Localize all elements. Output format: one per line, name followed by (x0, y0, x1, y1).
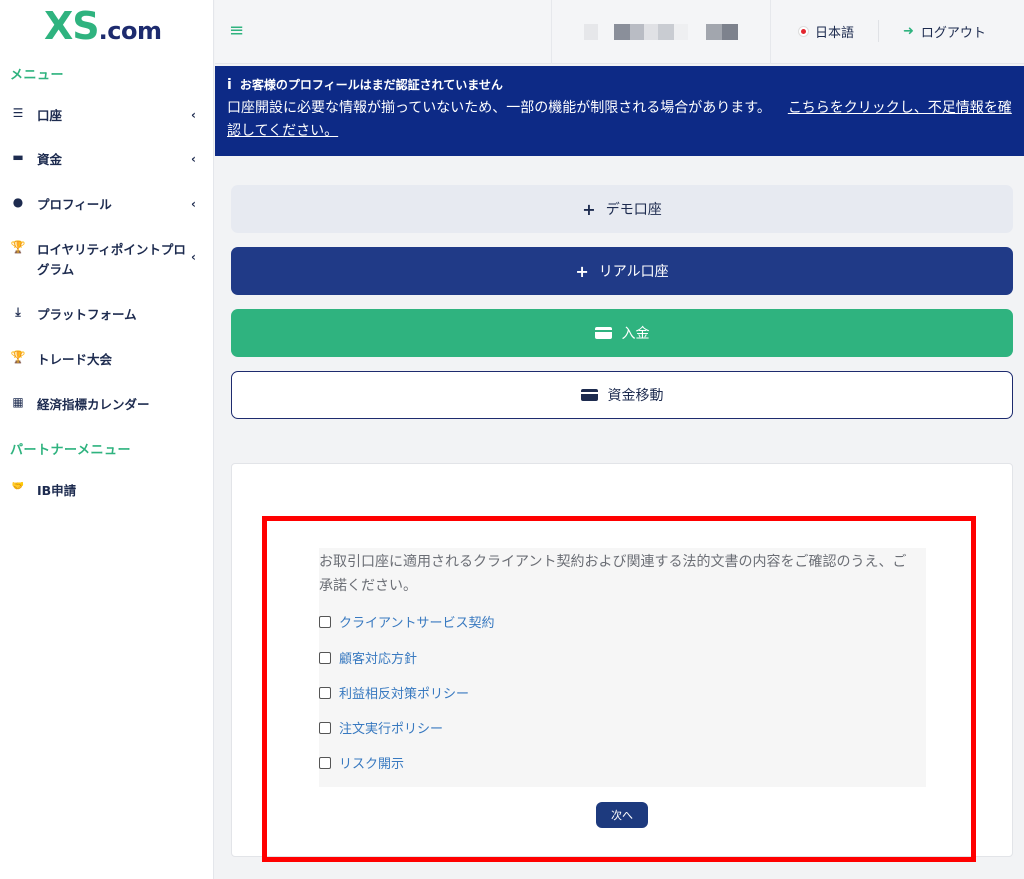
sidebar-item-label: 資金 (37, 152, 63, 167)
chevron-left-icon: ‹ (191, 197, 196, 211)
handshake-icon: 🤝 (11, 481, 25, 492)
chevron-left-icon: ‹ (191, 108, 196, 122)
sidebar-item-funds[interactable]: ▬ 資金 ‹ (10, 150, 202, 170)
document-row: 利益相反対策ポリシー (319, 683, 469, 702)
sidebar-item-label: プロフィール (37, 197, 112, 212)
logo-suffix: .com (98, 17, 162, 45)
alert-body: 口座開設に必要な情報が揃っていないため、一部の機能が制限される場合があります。 … (227, 97, 1012, 143)
sidebar-item-accounts[interactable]: ☰ 口座 ‹ (10, 106, 202, 126)
real-account-button[interactable]: + リアル口座 (231, 247, 1013, 295)
sidebar-item-economic-calendar[interactable]: ▦ 経済指標カレンダー (10, 395, 202, 415)
trophy-icon: 🏆 (10, 350, 26, 364)
document-row: 注文実行ポリシー (319, 718, 443, 737)
sidebar-item-label: IB申請 (37, 483, 77, 498)
document-row: 顧客対応方針 (319, 648, 417, 667)
document-link[interactable]: 注文実行ポリシー (339, 718, 443, 737)
agreement-intro: お取引口座に適用されるクライアント契約および関連する法的文書の内容をご確認のうえ… (319, 554, 907, 594)
user-info-blurred (551, 0, 771, 64)
fund-transfer-button[interactable]: 資金移動 (231, 371, 1013, 419)
sidebar-item-loyalty[interactable]: 🏆 ロイヤリティポイントプログラム ‹ (10, 240, 202, 280)
trophy-icon: 🏆 (10, 240, 26, 254)
language-label: 日本語 (815, 26, 855, 41)
top-bar: ≡ 日本語 ➜ ログアウト (215, 0, 1024, 64)
plus-icon: + (575, 261, 589, 281)
sidebar-item-label: 経済指標カレンダー (37, 397, 150, 412)
deposit-button[interactable]: 入金 (231, 309, 1013, 357)
partner-menu-heading: パートナーメニュー (10, 443, 131, 458)
sidebar-item-trade-contest[interactable]: 🏆 トレード大会 (10, 350, 202, 370)
document-link[interactable]: リスク開示 (339, 753, 404, 772)
list-icon: ☰ (12, 106, 24, 120)
credit-card-icon (580, 389, 598, 401)
calendar-icon: ▦ (12, 395, 24, 409)
verification-alert-banner: i お客様のプロフィールはまだ認証されていません 口座開設に必要な情報が揃ってい… (215, 66, 1024, 156)
chevron-left-icon: ‹ (191, 152, 196, 166)
sidebar-item-label: プラットフォーム (37, 307, 137, 322)
alert-title: i お客様のプロフィールはまだ認証されていません (227, 76, 1012, 93)
demo-account-label: デモ口座 (605, 202, 662, 218)
deposit-label: 入金 (621, 326, 650, 342)
logo-main: XS (44, 4, 100, 48)
logout-icon: ➜ (903, 24, 914, 39)
sidebar-item-platform[interactable]: ⤓ プラットフォーム (10, 305, 202, 325)
chevron-left-icon: ‹ (191, 250, 196, 264)
document-link[interactable]: クライアントサービス契約 (339, 612, 494, 631)
alert-title-text: お客様のプロフィールはまだ認証されていません (239, 78, 503, 92)
document-row: クライアントサービス契約 (319, 612, 494, 631)
alert-message: 口座開設に必要な情報が揃っていないため、一部の機能が制限される場合があります。 (227, 100, 771, 116)
sidebar-item-label: トレード大会 (37, 352, 113, 367)
hamburger-menu-icon[interactable]: ≡ (229, 20, 244, 41)
info-icon: i (227, 76, 232, 93)
sidebar-item-ib-application[interactable]: 🤝 IB申請 (10, 481, 202, 501)
credit-card-icon (594, 327, 612, 339)
document-checkbox[interactable] (319, 615, 331, 628)
sidebar-item-profile[interactable]: ● プロフィール ‹ (10, 195, 202, 215)
divider (878, 20, 879, 42)
demo-account-button[interactable]: + デモ口座 (231, 185, 1013, 233)
fund-transfer-label: 資金移動 (607, 388, 664, 404)
next-button[interactable]: 次へ (596, 802, 648, 828)
document-row: リスク開示 (319, 753, 404, 772)
document-link[interactable]: 利益相反対策ポリシー (339, 683, 469, 702)
document-checkbox[interactable] (319, 651, 331, 664)
sidebar-item-label: ロイヤリティポイントプログラム (37, 242, 186, 277)
japan-flag-icon (798, 26, 809, 37)
logout-label: ログアウト (920, 26, 986, 41)
document-checkbox[interactable] (319, 721, 331, 734)
sidebar-item-label: 口座 (37, 108, 63, 123)
document-link[interactable]: 顧客対応方針 (339, 648, 417, 667)
document-checkbox[interactable] (319, 686, 331, 699)
sidebar: XS .com メニュー ☰ 口座 ‹ ▬ 資金 ‹ ● プロフィール ‹ 🏆 … (0, 0, 214, 879)
logout-button[interactable]: ➜ ログアウト (903, 22, 986, 41)
menu-heading: メニュー (10, 68, 65, 83)
real-account-label: リアル口座 (598, 264, 669, 280)
plus-icon: + (582, 199, 596, 219)
document-checkbox[interactable] (319, 756, 331, 769)
download-icon: ⤓ (15, 305, 21, 319)
wallet-icon: ▬ (12, 150, 24, 164)
user-icon: ● (12, 195, 24, 209)
language-selector[interactable]: 日本語 (798, 22, 854, 41)
xs-logo[interactable]: XS .com (44, 4, 162, 48)
